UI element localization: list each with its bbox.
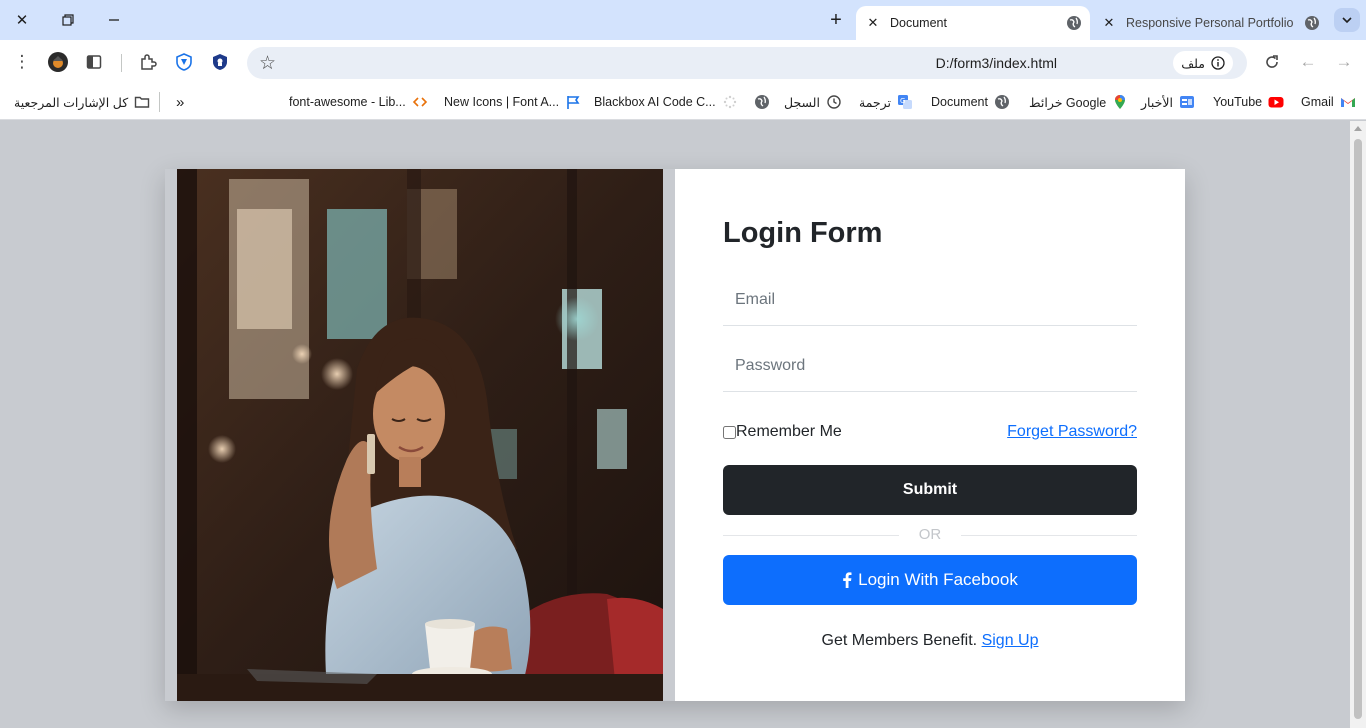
history-icon (827, 95, 841, 109)
bookmark-document[interactable]: Document (931, 93, 1010, 111)
bookmark-gmail[interactable]: Gmail (1301, 93, 1356, 111)
url-text[interactable]: D:/form3/index.html (936, 55, 1057, 71)
globe-icon (1305, 16, 1319, 30)
minimize-window-icon[interactable] (98, 6, 130, 34)
woman-on-phone-photo (177, 169, 663, 701)
bookmark-youtube[interactable]: YouTube (1213, 93, 1284, 111)
restore-window-icon[interactable] (52, 6, 84, 34)
tab-close-icon[interactable]: ✕ (864, 15, 882, 31)
globe-icon (1067, 16, 1081, 30)
globe-icon (994, 95, 1009, 109)
or-divider-right (961, 535, 1137, 536)
members-benefit-text: Get Members Benefit. (821, 632, 978, 649)
adblock-shield-icon[interactable] (208, 50, 232, 74)
bookmark-new-icons[interactable]: New Icons | Font A... (444, 93, 581, 111)
bookmark-label: السجل (784, 95, 820, 110)
bookmark-font-awesome-lib[interactable]: font-awesome - Lib... (289, 93, 428, 111)
bookmark-globe[interactable] (748, 93, 770, 111)
flag-icon (567, 96, 580, 109)
bookmark-label: خرائط Google (1029, 95, 1107, 110)
toolbar-divider (121, 54, 122, 72)
translate-icon: G (898, 95, 913, 109)
submit-button[interactable]: Submit (723, 465, 1137, 515)
scroll-up-arrow-icon[interactable] (1354, 126, 1362, 131)
blackbox-icon (723, 95, 736, 109)
forward-arrow-icon[interactable]: → (1332, 50, 1356, 74)
login-card: Login Form Remember Me Forget Password? … (165, 169, 1185, 701)
tab-strip: ✕ + ✕ Document ✕ Responsive Personal Por… (0, 0, 1366, 40)
globe-icon (755, 95, 769, 109)
menu-dots-icon[interactable]: ⋮ (10, 50, 34, 74)
all-bookmarks-label: كل الإشارات المرجعية (14, 95, 129, 110)
remember-me-checkbox[interactable] (723, 425, 736, 439)
forgot-password-link[interactable]: Forget Password? (1007, 423, 1137, 441)
email-field-wrap (723, 274, 1137, 326)
bookmark-history[interactable]: السجل (784, 93, 842, 111)
bookmark-label: Blackbox AI Code C... (594, 95, 716, 109)
bookmark-label: الأخبار (1141, 95, 1173, 110)
side-panel-icon[interactable] (82, 50, 106, 74)
remember-me[interactable]: Remember Me (723, 423, 842, 441)
bookmark-google-maps[interactable]: خرائط Google (1029, 93, 1128, 111)
tab-title: Responsive Personal Portfolio W (1126, 16, 1296, 30)
tab-search-dropdown-icon[interactable] (1334, 8, 1360, 32)
svg-text:G: G (900, 97, 905, 105)
bookmarks-bar: كل الإشارات المرجعية » font-awesome - Li… (0, 84, 1366, 120)
site-info-label: ملف (1181, 56, 1205, 71)
tab-title: Document (890, 16, 947, 30)
bookmark-blackbox[interactable]: Blackbox AI Code C... (594, 93, 738, 111)
password-field[interactable] (723, 340, 1137, 391)
email-field[interactable] (723, 274, 1137, 325)
close-window-icon[interactable]: ✕ (6, 6, 38, 34)
photo-panel (165, 169, 675, 701)
profile-avatar[interactable] (46, 50, 70, 74)
tab-document[interactable]: ✕ Document (856, 6, 1090, 40)
vpn-shield-icon[interactable] (172, 50, 196, 74)
extensions-icon[interactable] (136, 50, 160, 74)
scrollbar-thumb[interactable] (1354, 139, 1362, 719)
vertical-scrollbar[interactable] (1350, 121, 1366, 728)
news-icon (1179, 96, 1194, 108)
password-field-wrap (723, 340, 1137, 392)
folder-icon (134, 96, 150, 108)
signup-prompt: Get Members Benefit. Sign Up (723, 632, 1137, 650)
form-title: Login Form (723, 217, 883, 249)
reload-icon[interactable] (1260, 50, 1284, 74)
bookmark-news[interactable]: الأخبار (1141, 93, 1195, 111)
bookmark-label: New Icons | Font A... (444, 95, 560, 109)
tab-close-icon[interactable]: ✕ (1100, 15, 1118, 31)
tab-portfolio[interactable]: ✕ Responsive Personal Portfolio W (1092, 6, 1328, 40)
bookmark-label: YouTube (1213, 95, 1263, 109)
bookmark-label: ترجمة (859, 95, 892, 110)
signup-link[interactable]: Sign Up (982, 632, 1039, 649)
gmail-icon (1340, 98, 1355, 107)
facebook-login-button[interactable]: Login With Facebook (723, 555, 1137, 605)
bookmark-translate[interactable]: ترجمة G (859, 93, 913, 111)
site-info-chip[interactable]: ملف (1173, 51, 1233, 75)
back-arrow-icon[interactable]: ← (1296, 50, 1320, 74)
facebook-login-label: Login With Facebook (858, 570, 1018, 589)
bookmark-label: font-awesome - Lib... (289, 95, 406, 109)
maps-icon (1115, 95, 1126, 109)
more-bookmarks-chevron-icon[interactable]: » (176, 93, 184, 111)
all-bookmarks-button[interactable]: كل الإشارات المرجعية (14, 93, 150, 111)
info-icon (1211, 56, 1225, 70)
remember-me-label: Remember Me (736, 423, 842, 440)
youtube-icon (1268, 97, 1284, 108)
new-tab-button[interactable]: + (822, 6, 850, 34)
facebook-icon (843, 572, 852, 588)
code-icon (412, 97, 427, 107)
bookmark-label: Gmail (1301, 95, 1334, 109)
address-bar[interactable]: ☆ D:/form3/index.html ملف (247, 47, 1247, 79)
bookmark-star-icon[interactable]: ☆ (259, 52, 276, 75)
bookmarks-divider (159, 92, 160, 112)
bookmark-label: Document (931, 95, 988, 109)
